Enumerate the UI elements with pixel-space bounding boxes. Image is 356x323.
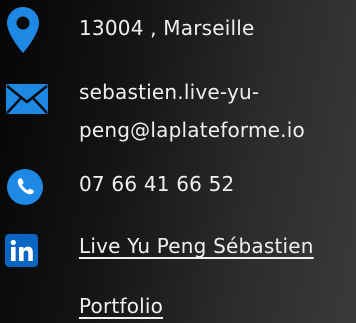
portfolio-link[interactable]: Portfolio: [79, 294, 163, 318]
phone-row: 07 66 41 66 52: [0, 165, 356, 209]
email-line-1: sebastien.live-yu-: [79, 80, 260, 104]
portfolio-row: Portfolio: [0, 285, 356, 323]
linkedin-icon[interactable]: [5, 234, 38, 267]
phone-text: 07 66 41 66 52: [79, 172, 235, 196]
linkedin-row: Live Yu Peng Sébastien: [0, 228, 356, 272]
email-row: sebastien.live-yu- peng@laplateforme.io: [0, 72, 356, 152]
location-row: 13004 , Marseille: [0, 0, 356, 60]
envelope-icon: [6, 84, 48, 114]
phone-icon: [7, 169, 43, 205]
location-pin-icon: [7, 7, 39, 53]
email-link[interactable]: sebastien.live-yu- peng@laplateforme.io: [79, 73, 354, 149]
email-line-2: peng@laplateforme.io: [79, 118, 305, 142]
linkedin-link[interactable]: Live Yu Peng Sébastien: [79, 234, 314, 258]
location-text: 13004 , Marseille: [79, 16, 255, 40]
